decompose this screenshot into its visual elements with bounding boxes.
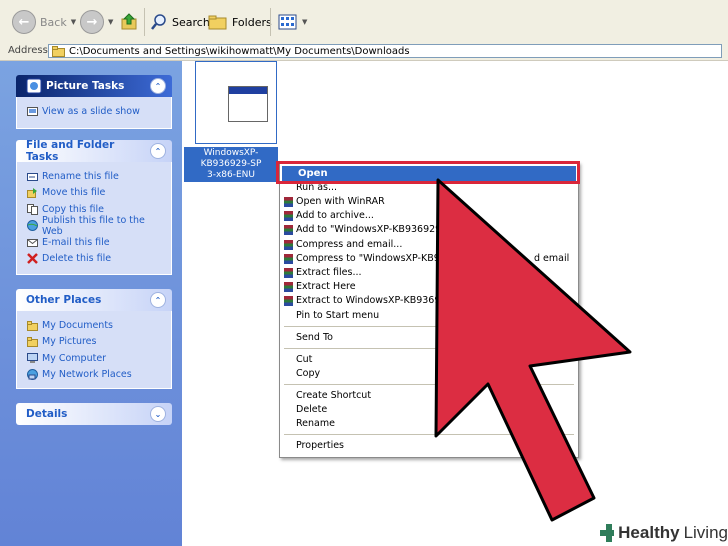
watermark-word-2: Living xyxy=(683,523,728,542)
health-cross-icon xyxy=(600,524,615,542)
watermark-word-1: Healthy xyxy=(618,523,680,542)
healthy-living-watermark: Healthy Living xyxy=(596,520,728,546)
pointer-arrow-graphic xyxy=(434,178,632,522)
